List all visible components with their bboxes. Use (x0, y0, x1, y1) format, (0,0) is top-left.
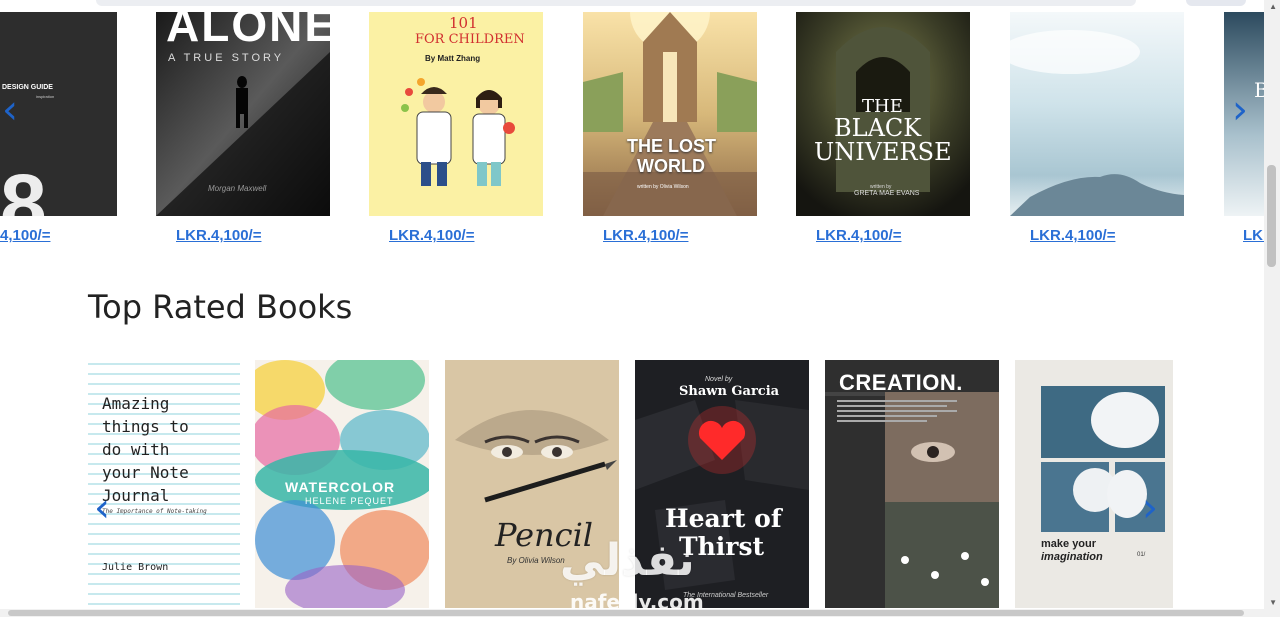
book-cover-title-line: things to (102, 417, 189, 436)
book-cover-author: Julie Brown (102, 562, 169, 573)
book-cover-author: GRETA MAE EVANS (854, 190, 920, 197)
book-cover-subtitle: The Importance of Note-taking (102, 508, 207, 515)
book-cover-subtitle: Novel by (705, 376, 733, 383)
book-cover-number: 8 (0, 157, 47, 216)
book-cover[interactable]: 101 FOR CHILDREN By Matt Zhang (369, 12, 543, 216)
book-cover-title-line: do with (102, 440, 170, 459)
horizontal-scrollbar-thumb[interactable] (8, 610, 1244, 616)
book-cover-title: 101 (449, 14, 478, 32)
book-cover-title: make your (1041, 538, 1097, 550)
carousel-prev-button[interactable]: ‹ (94, 488, 110, 528)
book-cover-title: B (1254, 78, 1264, 102)
book-cover-title: imagination (1041, 551, 1103, 563)
book-cover-title-line: your Note (102, 463, 189, 482)
carousel-next-button[interactable]: › (1142, 488, 1158, 528)
book-price-link[interactable]: LKR.4,100/= (603, 227, 688, 244)
book-cover[interactable] (1010, 12, 1184, 216)
book-cover-title: Heart of (665, 504, 782, 533)
book-cover-title: ALONE (166, 12, 330, 51)
book-cover-title: THE LOST (627, 136, 716, 156)
book-price-link[interactable]: LKR.4,100/= (1030, 227, 1115, 244)
book-cover-title: Amazing things to do with your Note Jour… (102, 392, 189, 507)
book-cover-art (1015, 360, 1173, 608)
chevron-right-icon: › (1232, 87, 1248, 133)
book-cover-subtitle: WORLD (637, 156, 705, 176)
book-cover-title: UNIVERSE (814, 138, 952, 166)
book-cover-subtitle: A TRUE STORY (168, 52, 285, 64)
chevron-right-icon: › (1142, 485, 1158, 531)
book-cover[interactable]: Amazing things to do with your Note Jour… (88, 360, 240, 608)
section-title: Top Rated Books (88, 288, 353, 326)
book-cover-author: written by Olivia Wilson (637, 184, 689, 190)
book-cover-title: CREATION. (839, 370, 963, 395)
book-cover-author: HELENE PEQUET (305, 496, 394, 506)
book-cover-subtitle: 01/ (1137, 552, 1146, 558)
scroll-up-icon[interactable]: ▲ (1269, 2, 1277, 11)
vertical-scrollbar-thumb[interactable] (1267, 165, 1276, 267)
book-price-link[interactable]: LKR.4,100/= (389, 227, 474, 244)
book-cover-art (825, 360, 999, 608)
book-cover-title: WATERCOLOR (285, 479, 396, 495)
book-cover[interactable]: CREATION. (825, 360, 999, 608)
watermark-logo: نفذلي (560, 535, 695, 586)
book-cover[interactable]: make your imagination 01/ (1015, 360, 1173, 608)
top-search-bar-edge (96, 0, 1136, 6)
book-cover-author: By Olivia Wilson (507, 556, 565, 565)
vertical-scrollbar[interactable]: ▲ ▼ (1264, 0, 1280, 617)
book-cover-title-line: Amazing (102, 394, 170, 413)
book-cover-author: Morgan Maxwell (208, 184, 267, 193)
book-cover-title-line: Journal (102, 486, 170, 505)
book-cover[interactable]: WATERCOLOR HELENE PEQUET (255, 360, 429, 608)
book-price-link[interactable]: LKR.4,100/= (176, 227, 261, 244)
book-cover[interactable]: THE BLACK UNIVERSE written by GRETA MAE … (796, 12, 970, 216)
chevron-left-icon: ‹ (2, 87, 18, 133)
book-price-link[interactable]: 4,100/= (0, 227, 50, 244)
scroll-down-icon[interactable]: ▼ (1269, 598, 1277, 607)
top-button-edge (1186, 0, 1246, 6)
book-cover-subtitle: FOR CHILDREN (415, 32, 525, 47)
book-cover-author: Shawn Garcia (679, 384, 780, 399)
book-price-link[interactable]: LKR.4,100/= (816, 227, 901, 244)
book-cover[interactable]: ALONE A TRUE STORY Morgan Maxwell (156, 12, 330, 216)
book-cover-author: By Matt Zhang (425, 54, 481, 63)
chevron-left-icon: ‹ (94, 485, 110, 531)
carousel-prev-button[interactable]: ‹ (2, 90, 18, 130)
book-cover-subtitle: inspiration (36, 94, 55, 99)
book-cover-art (1010, 12, 1184, 216)
book-cover[interactable]: THE LOST WORLD written by Olivia Wilson (583, 12, 757, 216)
carousel-next-button[interactable]: › (1232, 90, 1248, 130)
